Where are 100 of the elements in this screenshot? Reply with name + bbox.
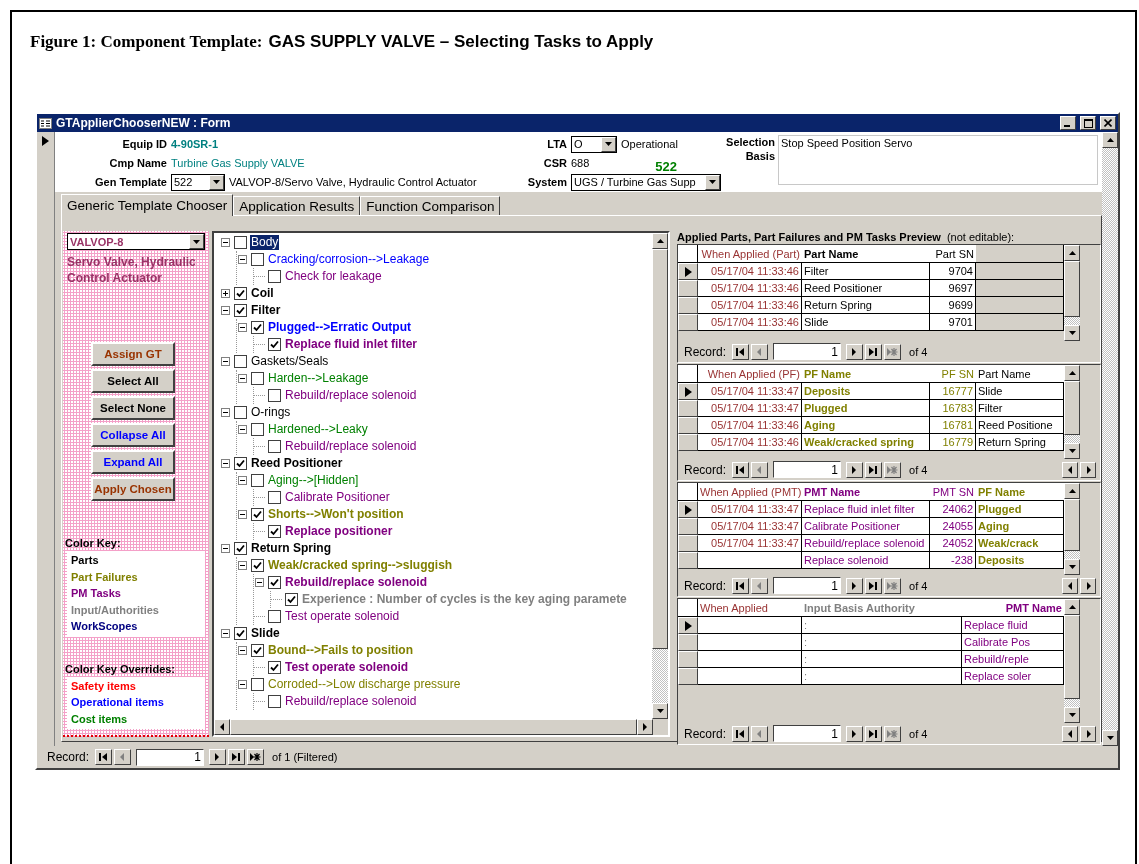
scroll-up-button[interactable] [1064, 483, 1080, 499]
first-record-button[interactable] [732, 577, 750, 594]
next-record-button[interactable] [846, 461, 864, 478]
tree-item[interactable]: Experience : Number of cycles is the key aging paramete [301, 592, 628, 607]
scroll-down-button[interactable] [1064, 325, 1080, 341]
tree-item[interactable]: Weak/cracked spring-->sluggish [267, 558, 454, 573]
maximize-button[interactable] [1080, 116, 1096, 130]
dropdown-field[interactable]: O [571, 135, 617, 153]
row-selector[interactable] [678, 297, 698, 314]
collapse-icon[interactable] [254, 577, 265, 588]
last-record-button[interactable] [865, 461, 883, 478]
column-header[interactable]: Part Name [976, 365, 1064, 383]
tab[interactable]: Application Results [233, 196, 361, 215]
tree-item[interactable]: Check for leakage [284, 269, 383, 284]
row-selector[interactable] [678, 434, 698, 451]
vertical-scrollbar[interactable] [1064, 245, 1080, 341]
command-button[interactable]: Apply Chosen [91, 477, 175, 501]
collapse-icon[interactable] [220, 305, 231, 316]
column-header[interactable]: When Applied (PMT) [698, 483, 802, 501]
row-selector[interactable] [678, 535, 698, 552]
scroll-up-button[interactable] [1102, 132, 1118, 148]
text-field[interactable]: Stop Speed Position Servo [778, 135, 1098, 185]
collapse-icon[interactable] [237, 679, 248, 690]
tree-item[interactable]: Harden-->Leakage [267, 371, 370, 386]
vertical-scrollbar[interactable] [1064, 599, 1080, 723]
column-header[interactable]: PMT SN [930, 483, 976, 501]
checkbox[interactable] [251, 508, 264, 521]
checkbox[interactable] [268, 338, 281, 351]
scroll-left-button[interactable] [214, 719, 230, 735]
last-record-button[interactable] [865, 343, 883, 360]
tree-item[interactable]: Bound-->Fails to position [267, 643, 414, 658]
previous-record-button[interactable] [751, 577, 769, 594]
record-number-field[interactable]: 1 [773, 343, 842, 360]
checkbox[interactable] [251, 423, 264, 436]
collapse-icon[interactable] [220, 356, 231, 367]
tab[interactable]: Generic Template Chooser [61, 194, 234, 216]
collapse-icon[interactable] [237, 645, 248, 656]
vertical-scrollbar[interactable] [652, 233, 668, 719]
checkbox[interactable] [234, 406, 247, 419]
checkbox[interactable] [234, 287, 247, 300]
collapse-icon[interactable] [220, 543, 231, 554]
scroll-right-button[interactable] [1080, 725, 1096, 742]
checkbox[interactable] [268, 610, 281, 623]
record-number-field[interactable]: 1 [773, 461, 842, 478]
scroll-thumb[interactable] [1064, 381, 1080, 435]
row-selector[interactable] [678, 417, 698, 434]
collapse-icon[interactable] [237, 373, 248, 384]
row-selector[interactable] [678, 314, 698, 331]
tree-item[interactable]: Rebuild/replace solenoid [284, 388, 418, 403]
row-selector[interactable] [678, 552, 698, 569]
row-selector[interactable] [678, 651, 698, 668]
next-record-button[interactable] [209, 749, 227, 765]
row-selector[interactable] [678, 280, 698, 297]
row-selector[interactable] [678, 263, 698, 280]
last-record-button[interactable] [865, 577, 883, 594]
checkbox[interactable] [251, 372, 264, 385]
tree-item[interactable]: O-rings [250, 405, 292, 420]
vertical-scrollbar[interactable] [1064, 483, 1080, 575]
previous-record-button[interactable] [114, 749, 132, 765]
row-selector[interactable] [678, 383, 698, 400]
tree-item[interactable]: Rebuild/replace solenoid [284, 694, 418, 709]
first-record-button[interactable] [732, 461, 750, 478]
collapse-icon[interactable] [237, 322, 248, 333]
tree-item[interactable]: Shorts-->Won't position [267, 507, 405, 522]
row-selector[interactable] [678, 617, 698, 634]
row-selector[interactable] [678, 501, 698, 518]
next-record-button[interactable] [846, 343, 864, 360]
scroll-left-button[interactable] [1062, 725, 1078, 742]
checkbox[interactable] [234, 627, 247, 640]
scroll-down-button[interactable] [1102, 730, 1118, 746]
checkbox[interactable] [234, 236, 247, 249]
row-selector[interactable] [678, 634, 698, 651]
tree-item[interactable]: Coil [250, 286, 275, 301]
checkbox[interactable] [268, 661, 281, 674]
collapse-icon[interactable] [220, 407, 231, 418]
tree-item[interactable]: Hardened-->Leaky [267, 422, 369, 437]
column-header[interactable]: Part SN [930, 245, 976, 263]
tree-item[interactable]: Return Spring [250, 541, 332, 556]
previous-record-button[interactable] [751, 461, 769, 478]
tree-item[interactable]: Calibrate Positioner [284, 490, 391, 505]
row-selector[interactable] [678, 518, 698, 535]
record-number-field[interactable]: 1 [136, 748, 205, 766]
dropdown-field[interactable]: UGS / Turbine Gas Supp [571, 173, 721, 191]
tree-item[interactable]: Aging-->[Hidden] [267, 473, 360, 488]
column-header[interactable]: PMT Name [802, 483, 930, 501]
scroll-thumb[interactable] [1064, 499, 1080, 551]
tree-item[interactable]: Rebuild/replace solenoid [284, 439, 418, 454]
tree-item[interactable]: Plugged-->Erratic Output [267, 320, 412, 335]
scroll-left-button[interactable] [1062, 577, 1078, 594]
tree-item[interactable]: Cracking/corrosion-->Leakage [267, 252, 431, 267]
column-header[interactable]: PMT Name [962, 599, 1064, 617]
tree-item[interactable]: Corroded-->Low discharge pressure [267, 677, 462, 692]
record-number-field[interactable]: 1 [773, 577, 842, 594]
collapse-icon[interactable] [237, 509, 248, 520]
row-selector[interactable] [678, 400, 698, 417]
dropdown-field[interactable]: 522 [171, 173, 225, 191]
column-header[interactable]: PF Name [976, 483, 1064, 501]
column-header[interactable]: When Applied (PF) [698, 365, 802, 383]
scroll-left-button[interactable] [1062, 461, 1078, 478]
expand-icon[interactable] [220, 288, 231, 299]
